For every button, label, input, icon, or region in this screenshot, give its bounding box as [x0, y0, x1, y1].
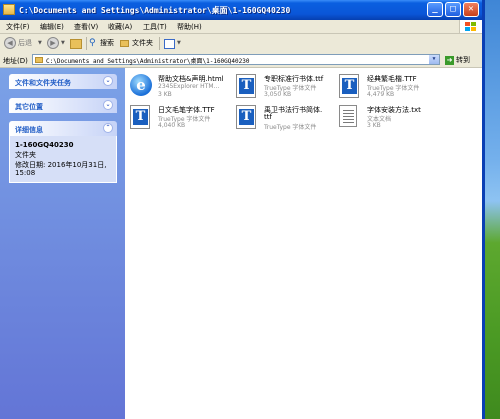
title-bar[interactable]: C:\Documents and Settings\Administrator\…: [0, 0, 482, 20]
file-item[interactable]: T 经典繁毛楷.TTF TrueType 字体文件 4,479 KB: [339, 72, 449, 106]
chevron-up-icon[interactable]: ⌃: [103, 123, 113, 133]
task-pane: 文件和文件夹任务 ⌄ 其它位置 ⌄ 详细信息 ⌃ 1-160GQ40230 文件…: [0, 68, 125, 419]
file-name-continued: ttf: [264, 113, 272, 121]
chevron-down-icon[interactable]: ⌄: [103, 100, 113, 110]
file-item[interactable]: T 专职标准行书体.ttf TrueType 字体文件 3,050 KB: [236, 72, 346, 106]
file-item[interactable]: e 帮助文档&声明.html 2345Explorer HTM... 3 KB: [130, 72, 240, 106]
file-size: 4,479 KB: [367, 91, 395, 98]
menu-edit[interactable]: 编辑(E): [40, 22, 64, 32]
file-size: 3 KB: [367, 122, 381, 129]
file-type: 2345Explorer HTM...: [158, 83, 220, 90]
address-bar: 地址(D) C:\Documents and Settings\Administ…: [0, 53, 482, 68]
address-label: 地址(D): [3, 57, 28, 65]
address-input[interactable]: C:\Documents and Settings\Administrator\…: [32, 54, 440, 65]
menu-file[interactable]: 文件(F): [6, 22, 30, 32]
forward-dropdown-icon[interactable]: ▼: [61, 40, 65, 46]
panel-title: 文件和文件夹任务: [15, 79, 71, 87]
toolbar-separator: [86, 37, 87, 50]
explorer-window: C:\Documents and Settings\Administrator\…: [0, 0, 485, 419]
panel-file-folder-tasks[interactable]: 文件和文件夹任务 ⌄: [9, 74, 117, 89]
search-button[interactable]: 搜索: [100, 37, 114, 50]
close-button[interactable]: ✕: [463, 2, 479, 17]
details-body: 1-160GQ40230 文件夹 修改日期: 2016年10月31日, 15:0…: [9, 136, 117, 183]
up-folder-icon[interactable]: [70, 39, 82, 49]
font-icon: T: [236, 74, 256, 98]
details-name: 1-160GQ40230: [15, 141, 74, 149]
address-dropdown-icon[interactable]: ▼: [429, 55, 439, 64]
panel-other-places[interactable]: 其它位置 ⌄: [9, 98, 117, 113]
minimize-button[interactable]: _: [427, 2, 443, 17]
folder-icon: [3, 4, 15, 15]
go-button[interactable]: ➜ 转到: [445, 55, 470, 65]
back-arrow-icon[interactable]: ◀: [4, 37, 16, 49]
font-icon: T: [236, 105, 256, 129]
menu-help[interactable]: 帮助(H): [177, 22, 202, 32]
toolbar: ◀ 后退 ▼ ▶ ▼ ⚲ 搜索 文件夹 ▼: [0, 34, 482, 54]
folders-button[interactable]: 文件夹: [132, 37, 153, 50]
file-type: TrueType 字体文件: [264, 124, 317, 131]
font-icon: T: [130, 105, 150, 129]
window-title: C:\Documents and Settings\Administrator\…: [19, 6, 291, 15]
maximize-button[interactable]: □: [445, 2, 461, 17]
search-icon[interactable]: ⚲: [89, 37, 96, 50]
menu-favorites[interactable]: 收藏(A): [108, 22, 132, 32]
forward-arrow-icon[interactable]: ▶: [47, 37, 59, 49]
font-icon: T: [339, 74, 359, 98]
back-dropdown-icon[interactable]: ▼: [38, 40, 42, 46]
chevron-down-icon[interactable]: ⌄: [103, 76, 113, 86]
panel-title: 其它位置: [15, 103, 43, 111]
menu-view[interactable]: 查看(V): [74, 22, 98, 32]
details-type: 文件夹: [15, 151, 36, 159]
go-arrow-icon: ➜: [445, 55, 454, 65]
file-item[interactable]: T 日文毛笔字体.TTF TrueType 字体文件 4,040 KB: [130, 103, 240, 137]
ie-icon: e: [130, 74, 152, 96]
file-size: 3 KB: [158, 91, 172, 98]
file-list: e 帮助文档&声明.html 2345Explorer HTM... 3 KB …: [126, 68, 482, 419]
file-item[interactable]: T 禹卫书法行书简体. ttf TrueType 字体文件: [236, 103, 346, 137]
text-file-icon: [339, 105, 357, 127]
windows-logo-icon: [459, 20, 482, 33]
panel-details[interactable]: 详细信息 ⌃: [9, 121, 117, 136]
menu-bar: 文件(F) 编辑(E) 查看(V) 收藏(A) 工具(T) 帮助(H): [0, 20, 482, 34]
address-value: C:\Documents and Settings\Administrator\…: [46, 58, 250, 65]
views-dropdown-icon[interactable]: ▼: [177, 40, 181, 46]
file-size: 3,050 KB: [264, 91, 292, 98]
toolbar-separator: [159, 37, 160, 50]
file-name: 禹卫书法行书简体.: [264, 106, 323, 114]
folders-icon: [120, 40, 129, 47]
panel-title: 详细信息: [15, 126, 43, 134]
file-item[interactable]: 字体安装方法.txt 文本文档 3 KB: [339, 103, 449, 137]
views-icon[interactable]: [164, 39, 175, 49]
menu-tools[interactable]: 工具(T): [143, 22, 167, 32]
details-modified-time: 15:08: [15, 169, 36, 177]
go-label: 转到: [456, 56, 470, 64]
file-size: 4,040 KB: [158, 122, 186, 129]
back-button-label[interactable]: 后退: [18, 37, 32, 50]
folder-icon: [35, 57, 43, 63]
